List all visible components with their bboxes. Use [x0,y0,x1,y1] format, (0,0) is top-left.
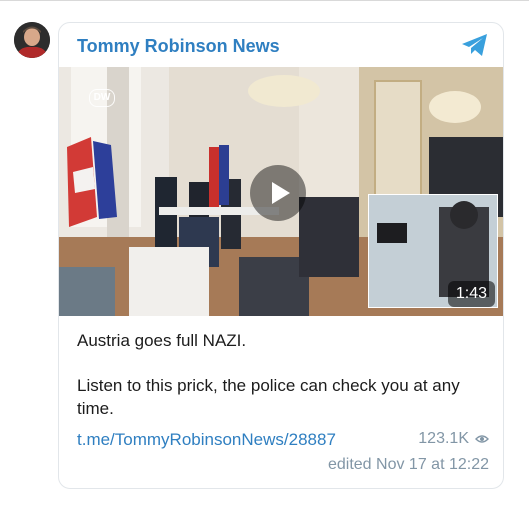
post-text-line: Austria goes full NAZI. [77,331,247,350]
message-card: Tommy Robinson News DW 1:43 Austria goes… [58,22,504,489]
video-duration: 1:43 [447,281,495,307]
post-text-paragraph: Listen to this prick, the police can che… [77,376,460,418]
channel-avatar[interactable] [14,22,50,58]
view-count: 123.1K [418,430,489,448]
eye-icon [475,435,489,443]
view-count-value: 123.1K [418,430,469,447]
telegram-icon[interactable] [461,33,489,57]
play-icon[interactable] [250,165,306,221]
avatar-photo [14,22,50,58]
post-link[interactable]: t.me/TommyRobinsonNews/28887 [77,430,336,450]
channel-name[interactable]: Tommy Robinson News [77,36,280,57]
top-divider [0,0,529,1]
dw-logo: DW [89,89,115,107]
edited-timestamp: edited Nov 17 at 12:22 [327,456,489,473]
video-thumbnail[interactable]: DW 1:43 [59,67,503,316]
